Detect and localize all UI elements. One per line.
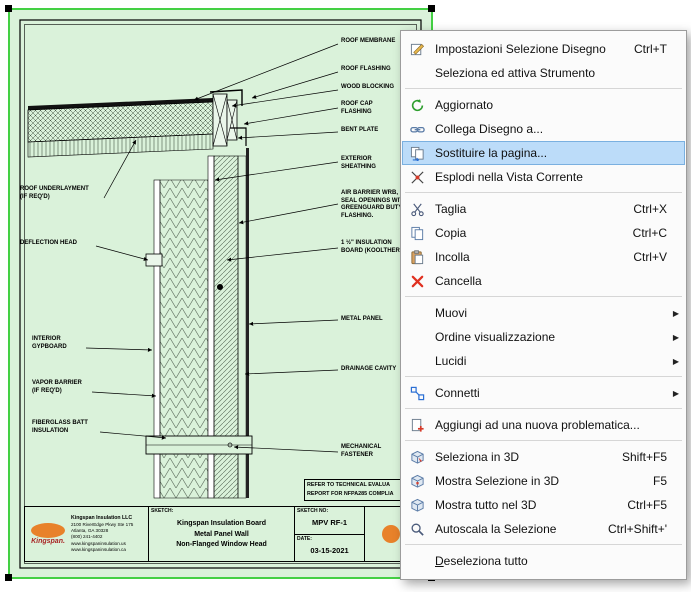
submenu-arrow-icon: ▶	[667, 389, 679, 398]
callout-deflection-head: DEFLECTION HEAD	[20, 240, 77, 248]
menu-separator	[405, 88, 682, 89]
explode-icon	[406, 169, 428, 185]
menu-separator	[405, 296, 682, 297]
paste-icon	[406, 249, 428, 265]
menu-item-taglia[interactable]: Taglia Ctrl+X	[402, 197, 685, 221]
selection-handle-top-right[interactable]	[428, 5, 435, 12]
menu-item-copia[interactable]: Copia Ctrl+C	[402, 221, 685, 245]
copy-icon	[406, 225, 428, 241]
callout-drainage-cavity: DRAINAGE CAVITY	[341, 366, 396, 374]
menu-item-mostra-selezione-in-3d[interactable]: Mostra Selezione in 3D F5	[402, 469, 685, 493]
menu-item-aggiornato[interactable]: Aggiornato	[402, 93, 685, 117]
date-value: 03-15-2021	[295, 546, 364, 555]
menu-item-lucidi[interactable]: Lucidi ▶	[402, 349, 685, 373]
menu-item-connetti[interactable]: Connetti ▶	[402, 381, 685, 405]
drawing-settings-icon	[406, 41, 428, 57]
selection-handle-bottom-left[interactable]	[5, 574, 12, 581]
menu-item-deseleziona-tutto[interactable]: Deseleziona tutto	[402, 549, 685, 573]
drawing-sheet[interactable]: ROOF MEMBRANE ROOF FLASHING WOOD BLOCKIN…	[8, 8, 433, 579]
kingspan-logo-mark	[31, 523, 65, 538]
callout-roof-underlayment: ROOF UNDERLAYMENT (IF REQ'D)	[20, 186, 89, 201]
menu-item-cancella[interactable]: Cancella	[402, 269, 685, 293]
title-block-company-cell: Kingspan. Kingspan Insulation LLC 2100 R…	[25, 507, 149, 561]
kingspan-logo: Kingspan.	[27, 523, 69, 545]
callout-air-barrier: AIR BARRIER WRB, SEAL OPENINGS WITH GREE…	[341, 190, 407, 220]
select-3d-icon	[406, 449, 428, 465]
delete-icon	[406, 273, 428, 289]
connect-icon	[406, 385, 428, 401]
submenu-arrow-icon: ▶	[667, 333, 679, 342]
sketch-no-label: SKETCH NO:	[297, 508, 328, 514]
menu-item-aggiungi-problematica[interactable]: Aggiungi ad una nuova problematica...	[402, 413, 685, 437]
submenu-arrow-icon: ▶	[667, 309, 679, 318]
callout-wood-blocking: WOOD BLOCKING	[341, 84, 394, 92]
title-block-number-date-cell: SKETCH NO: MPV RF-1 DATE: 03-15-2021	[295, 507, 365, 561]
add-issue-icon	[406, 417, 428, 433]
menu-item-autoscala-selezione[interactable]: Autoscala la Selezione Ctrl+Shift+'	[402, 517, 685, 541]
callout-roof-flashing: ROOF FLASHING	[341, 66, 391, 74]
sketch-no-value: MPV RF-1	[295, 518, 364, 527]
date-cell: DATE: 03-15-2021	[295, 535, 364, 562]
fit-selection-icon	[406, 521, 428, 537]
callout-insulation-board: 1 ½" INSULATION BOARD (KOOLTHERM	[341, 240, 405, 255]
sketch-label: SKETCH:	[151, 508, 173, 514]
callout-roof-cap-flashing: ROOF CAP FLASHING	[341, 101, 373, 116]
menu-item-incolla[interactable]: Incolla Ctrl+V	[402, 245, 685, 269]
callout-exterior-sheathing: EXTERIOR SHEATHING	[341, 156, 376, 171]
menu-item-ordine-visualizzazione[interactable]: Ordine visualizzazione ▶	[402, 325, 685, 349]
callout-bent-plate: BENT PLATE	[341, 127, 378, 135]
kingspan-badge-icon	[382, 525, 400, 543]
link-icon	[406, 121, 428, 137]
company-name: Kingspan Insulation LLC	[71, 515, 133, 522]
callout-roof-membrane: ROOF MEMBRANE	[341, 38, 395, 46]
sketch-number-cell: SKETCH NO: MPV RF-1	[295, 507, 364, 535]
menu-item-muovi[interactable]: Muovi ▶	[402, 301, 685, 325]
menu-item-esplodi-vista-corrente[interactable]: Esplodi nella Vista Corrente	[402, 165, 685, 189]
refresh-icon	[406, 97, 428, 113]
title-block-sketch-cell: SKETCH: Kingspan Insulation Board Metal …	[149, 507, 295, 561]
show-selection-3d-icon	[406, 473, 428, 489]
menu-item-mostra-tutto-nel-3d[interactable]: Mostra tutto nel 3D Ctrl+F5	[402, 493, 685, 517]
replace-page-icon	[406, 145, 428, 161]
selection-handle-top-left[interactable]	[5, 5, 12, 12]
callout-fiberglass-batt: FIBERGLASS BATT INSULATION	[32, 420, 88, 435]
menu-separator	[405, 192, 682, 193]
callout-interior-gypboard: INTERIOR GYPBOARD	[32, 336, 67, 351]
show-all-3d-icon	[406, 497, 428, 513]
menu-item-sostituire-la-pagina[interactable]: Sostituire la pagina...	[402, 141, 685, 165]
application-canvas: ROOF MEMBRANE ROOF FLASHING WOOD BLOCKIN…	[0, 0, 691, 592]
cut-icon	[406, 201, 428, 217]
callout-mechanical-fastener: MECHANICAL FASTENER	[341, 444, 381, 459]
menu-separator	[405, 376, 682, 377]
submenu-arrow-icon: ▶	[667, 357, 679, 366]
date-label: DATE:	[297, 536, 312, 542]
company-info: Kingspan Insulation LLC 2100 RiverEdge P…	[71, 515, 133, 553]
callout-vapor-barrier: VAPOR BARRIER (IF REQ'D)	[32, 380, 82, 395]
title-block: Kingspan. Kingspan Insulation LLC 2100 R…	[24, 506, 417, 562]
callout-metal-panel: METAL PANEL	[341, 316, 383, 324]
context-menu: Impostazioni Selezione Disegno Ctrl+T Se…	[400, 30, 687, 580]
menu-separator	[405, 440, 682, 441]
menu-item-collega-disegno[interactable]: Collega Disegno a...	[402, 117, 685, 141]
menu-separator	[405, 408, 682, 409]
company-address: 2100 RiverEdge Pkwy Ste 175 Atlanta, GA …	[71, 522, 133, 553]
kingspan-logo-text: Kingspan.	[27, 538, 69, 545]
menu-item-seleziona-in-3d[interactable]: Seleziona in 3D Shift+F5	[402, 445, 685, 469]
menu-separator	[405, 544, 682, 545]
sketch-title: Kingspan Insulation Board Metal Panel Wa…	[149, 519, 294, 551]
menu-item-seleziona-ed-attiva-strumento[interactable]: Seleziona ed attiva Strumento	[402, 61, 685, 85]
menu-item-impostazioni-selezione-disegno[interactable]: Impostazioni Selezione Disegno Ctrl+T	[402, 37, 685, 61]
